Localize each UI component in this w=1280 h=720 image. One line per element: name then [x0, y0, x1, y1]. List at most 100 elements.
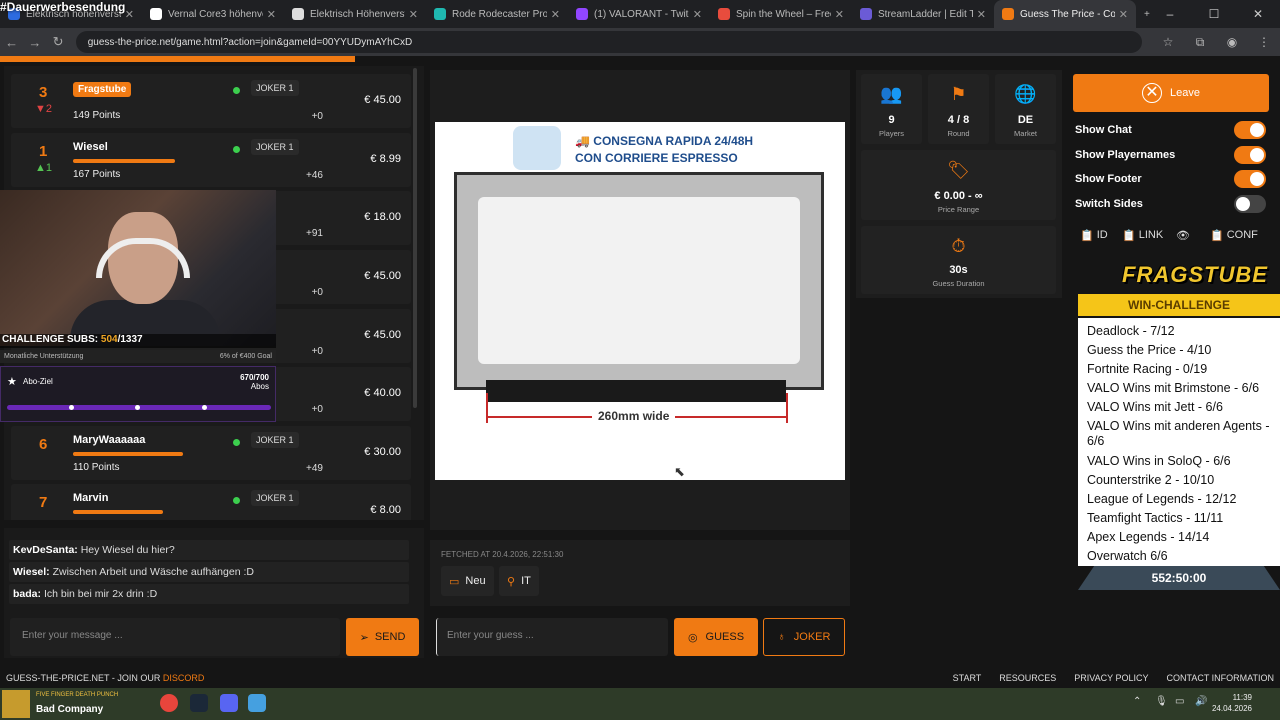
tab-close-icon[interactable]: ✕	[267, 8, 276, 21]
minimize-button[interactable]: –	[1148, 7, 1192, 21]
tray-chevron-icon[interactable]: ⌃	[1133, 696, 1141, 707]
globe-icon: 🌐	[1014, 84, 1037, 104]
setting-toggle[interactable]	[1234, 170, 1266, 188]
setting-toggle[interactable]	[1234, 194, 1266, 213]
send-label: SEND	[374, 631, 406, 643]
clipboard-icon: 📋	[1210, 229, 1224, 242]
steam-icon[interactable]	[190, 694, 208, 712]
menu-icon[interactable]: ⋮	[1248, 35, 1280, 50]
tab-close-icon[interactable]: ✕	[693, 8, 702, 21]
abo-goal-bar	[7, 405, 271, 410]
conf-label: CONF	[1226, 229, 1258, 241]
player-list-scrollbar[interactable]	[413, 68, 417, 408]
guess-button[interactable]: ◎ GUESS	[674, 618, 758, 656]
setting-toggle[interactable]	[1234, 121, 1266, 139]
toggle-knob	[1250, 147, 1264, 162]
network-icon[interactable]: ▭	[1175, 696, 1184, 707]
tab-close-icon[interactable]: ✕	[551, 8, 560, 21]
player-guess-price: € 40.00	[364, 387, 401, 399]
discord-icon[interactable]	[220, 694, 238, 712]
price-range-label: Price Range	[937, 205, 980, 214]
chat-text: Hey Wiesel du hier?	[80, 544, 175, 556]
browser-tab[interactable]: Elektrisch Höhenverstellb ✕	[284, 0, 426, 28]
app-icon[interactable]	[248, 694, 266, 712]
tab-bar: Elektrisch höhenverstellb✕Vernal Core3 h…	[0, 0, 1280, 28]
origin-label: IT	[521, 575, 531, 587]
url-field[interactable]: guess-the-price.net/game.html?action=joi…	[75, 31, 1142, 53]
back-icon[interactable]: ←	[0, 35, 23, 50]
bookmark-star-icon[interactable]: ☆	[1152, 35, 1184, 50]
leave-button[interactable]: ✕ Leave	[1073, 74, 1269, 112]
footer-link[interactable]: START	[953, 668, 982, 688]
joker-button[interactable]: ♁ JOKER	[763, 618, 845, 656]
link-button[interactable]: 📋 LINK	[1122, 225, 1163, 245]
players-label: Players	[878, 129, 904, 138]
conf-button[interactable]: 📋 CONF	[1210, 225, 1258, 245]
shipping-line-2: CON CORRIERE ESPRESSO	[575, 151, 738, 165]
toggle-knob	[1250, 123, 1264, 137]
guess-input[interactable]: Enter your guess ...	[436, 618, 668, 656]
profile-icon[interactable]: ◉	[1216, 35, 1248, 50]
win-challenge-item: VALO Wins in SoloQ - 6/6	[1087, 454, 1231, 468]
forward-icon[interactable]: →	[23, 35, 46, 50]
tab-title: StreamLadder | Edit Twitc	[878, 8, 973, 20]
challenge-subs-total: /1337	[117, 334, 143, 345]
player-score-bar	[73, 510, 163, 514]
chrome-icon[interactable]	[160, 694, 178, 712]
footer-link[interactable]: CONTACT INFORMATION	[1167, 668, 1275, 688]
setting-toggle[interactable]	[1234, 145, 1266, 164]
tab-title: Vernal Core3 höhenverste	[168, 8, 263, 20]
tab-close-icon[interactable]: ✕	[409, 8, 418, 21]
tab-close-icon[interactable]: ✕	[1119, 8, 1128, 21]
win-challenge-item: VALO Wins mit Jett - 6/6	[1087, 400, 1223, 414]
player-name: Marvin	[73, 492, 109, 504]
guess-label: GUESS	[705, 631, 745, 643]
clipboard-icon: 📋	[1080, 229, 1094, 242]
player-points: 167 Points	[73, 169, 121, 180]
win-challenge-item: League of Legends - 12/12	[1087, 492, 1237, 506]
browser-tab[interactable]: Rode Rodecaster Pro II – ✕	[426, 0, 568, 28]
win-challenge-list: Deadlock - 7/12 Guess the Price - 4/10 For…	[1078, 318, 1280, 566]
extensions-icon[interactable]: ⧉	[1184, 35, 1216, 50]
round-stat: ⚑ 4 / 8 Round	[928, 74, 989, 144]
support-progress: 6% of €400 Goal	[219, 353, 272, 360]
dimension-left-mark	[486, 393, 488, 423]
browser-tab[interactable]: Vernal Core3 höhenverste ✕	[142, 0, 284, 28]
tab-close-icon[interactable]: ✕	[125, 8, 134, 21]
id-label: ID	[1096, 229, 1108, 241]
guess-duration-stat: ⏱ 30s Guess Duration	[861, 226, 1056, 294]
site-footer: GUESS-THE-PRICE.NET - JOIN OUR DISCORD S…	[0, 668, 1280, 688]
send-button[interactable]: ➢ SEND	[346, 618, 419, 656]
view-button[interactable]: 👁	[1176, 225, 1190, 245]
abo-goal-widget: ★ Abo-Ziel 670/700 Abos	[0, 366, 276, 422]
volume-icon[interactable]: 🔊	[1195, 696, 1207, 707]
album-art	[2, 690, 30, 718]
webcam-overlay	[0, 190, 276, 346]
round-progress-bar	[0, 56, 355, 62]
dimension-label: 260mm wide	[592, 409, 676, 423]
browser-tab[interactable]: StreamLadder | Edit Twitc ✕	[852, 0, 994, 28]
tab-close-icon[interactable]: ✕	[835, 8, 844, 21]
chat-message-input[interactable]: Enter your message ...	[10, 618, 340, 656]
close-window-button[interactable]: ✕	[1236, 7, 1280, 21]
origin-chip: ⚲ IT	[499, 566, 539, 596]
browser-tab[interactable]: Spin the Wheel – Free W ✕	[710, 0, 852, 28]
joker-badge: JOKER 1	[251, 490, 299, 506]
screen-display-area	[478, 197, 800, 364]
browser-tab[interactable]: Guess The Price - Compe ✕	[994, 0, 1136, 28]
reload-icon[interactable]: ↻	[47, 34, 70, 50]
taskbar-clock[interactable]: 11:39 24.04.2026	[1210, 692, 1252, 714]
star-icon: ★	[7, 376, 17, 388]
footer-link[interactable]: RESOURCES	[999, 668, 1056, 688]
tab-close-icon[interactable]: ✕	[977, 8, 986, 21]
browser-tab[interactable]: (1) VALORANT - Twitch ✕	[568, 0, 710, 28]
microphone-icon[interactable]: 🎙	[1155, 696, 1168, 707]
win-challenge-timer: 552:50:00	[1078, 566, 1280, 590]
id-button[interactable]: 📋 ID	[1080, 225, 1108, 245]
footer-link[interactable]: PRIVACY POLICY	[1074, 668, 1148, 688]
discord-link[interactable]: DISCORD	[163, 673, 205, 683]
maximize-button[interactable]: ☐	[1192, 7, 1236, 21]
shipping-line-1: 🚚 CONSEGNA RAPIDA 24/48H	[575, 134, 754, 148]
abo-goal-label: Abo-Ziel	[23, 377, 53, 386]
rank-change: ▲1	[35, 162, 53, 174]
